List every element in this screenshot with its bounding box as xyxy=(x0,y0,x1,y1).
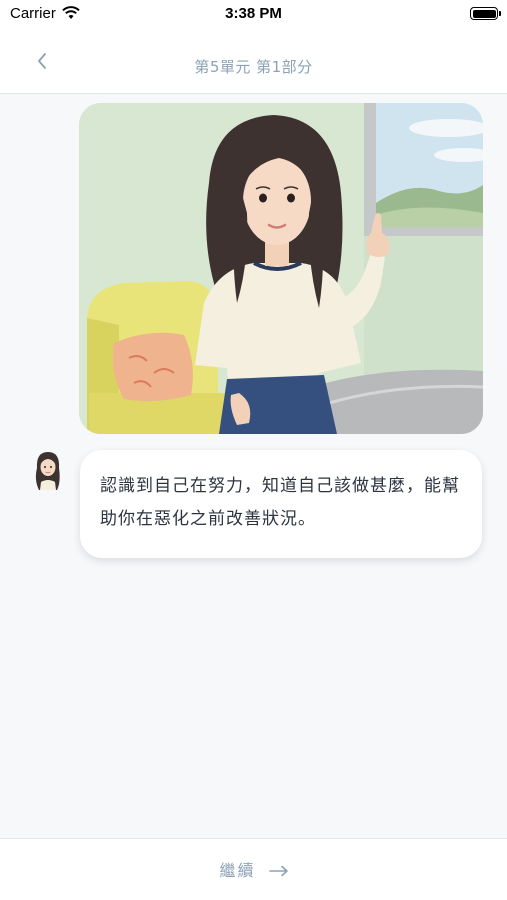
character-avatar xyxy=(33,450,63,490)
nav-bar: 第5單元 第1部分 xyxy=(0,28,507,94)
message-text: 認識到自己在努力，知道自己該做甚麼，能幫助你在惡化之前改善狀況。 xyxy=(100,476,460,529)
page-title: 第5單元 第1部分 xyxy=(194,58,313,76)
arrow-right-icon xyxy=(268,865,288,877)
status-time: 3:38 PM xyxy=(225,5,282,22)
status-bar: Carrier 3:38 PM xyxy=(0,0,507,28)
battery-icon xyxy=(470,7,498,20)
illustration-image xyxy=(79,103,483,434)
continue-label: 繼續 xyxy=(219,861,256,880)
continue-button[interactable]: 繼續 xyxy=(200,853,308,889)
battery-tip xyxy=(499,11,501,16)
message-bubble: 認識到自己在努力，知道自己該做甚麼，能幫助你在惡化之前改善狀況。 xyxy=(80,450,482,558)
bottom-bar: 繼續 xyxy=(0,838,507,900)
